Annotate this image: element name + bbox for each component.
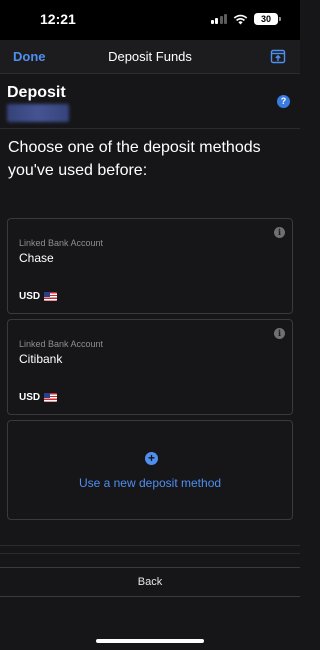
- status-time: 12:21: [40, 11, 76, 27]
- us-flag-icon: [44, 292, 58, 301]
- new-deposit-method-card[interactable]: + Use a new deposit method: [7, 420, 293, 520]
- status-icons: 30: [210, 13, 281, 25]
- divider: [0, 545, 300, 546]
- page-title: Deposit Funds: [108, 49, 192, 64]
- bank-name: Chase: [19, 251, 54, 265]
- plus-icon: +: [145, 452, 158, 465]
- divider: [0, 553, 300, 554]
- currency: USD: [19, 392, 58, 403]
- us-flag-icon: [44, 393, 58, 402]
- home-indicator[interactable]: [96, 639, 204, 643]
- deposit-heading: Deposit: [7, 84, 66, 101]
- help-icon[interactable]: ?: [277, 95, 290, 108]
- battery-icon: 30: [254, 13, 281, 25]
- signal-icon: [210, 14, 227, 24]
- deposit-method-prompt: Choose one of the deposit methods you've…: [8, 139, 261, 179]
- wifi-icon: [233, 14, 248, 24]
- currency-code: USD: [19, 291, 41, 302]
- info-icon[interactable]: i: [274, 328, 285, 339]
- back-button[interactable]: Back: [0, 567, 300, 597]
- new-deposit-method-label: Use a new deposit method: [78, 476, 222, 490]
- deposit-method-card-chase[interactable]: Linked Bank Account Chase USD i: [7, 218, 293, 314]
- bank-name: Citibank: [19, 352, 63, 366]
- deposit-method-card-citibank[interactable]: Linked Bank Account Citibank USD i: [7, 319, 293, 415]
- status-bar: 12:21 30: [0, 0, 300, 40]
- info-icon[interactable]: i: [274, 227, 285, 238]
- redacted-account-number: [7, 104, 69, 122]
- nav-bar: Done Deposit Funds: [0, 40, 300, 74]
- currency: USD: [19, 291, 58, 302]
- method-type-label: Linked Bank Account: [19, 238, 104, 248]
- currency-code: USD: [19, 392, 41, 403]
- screen-share-icon[interactable]: [270, 49, 286, 65]
- divider: [0, 128, 300, 129]
- method-type-label: Linked Bank Account: [19, 339, 104, 349]
